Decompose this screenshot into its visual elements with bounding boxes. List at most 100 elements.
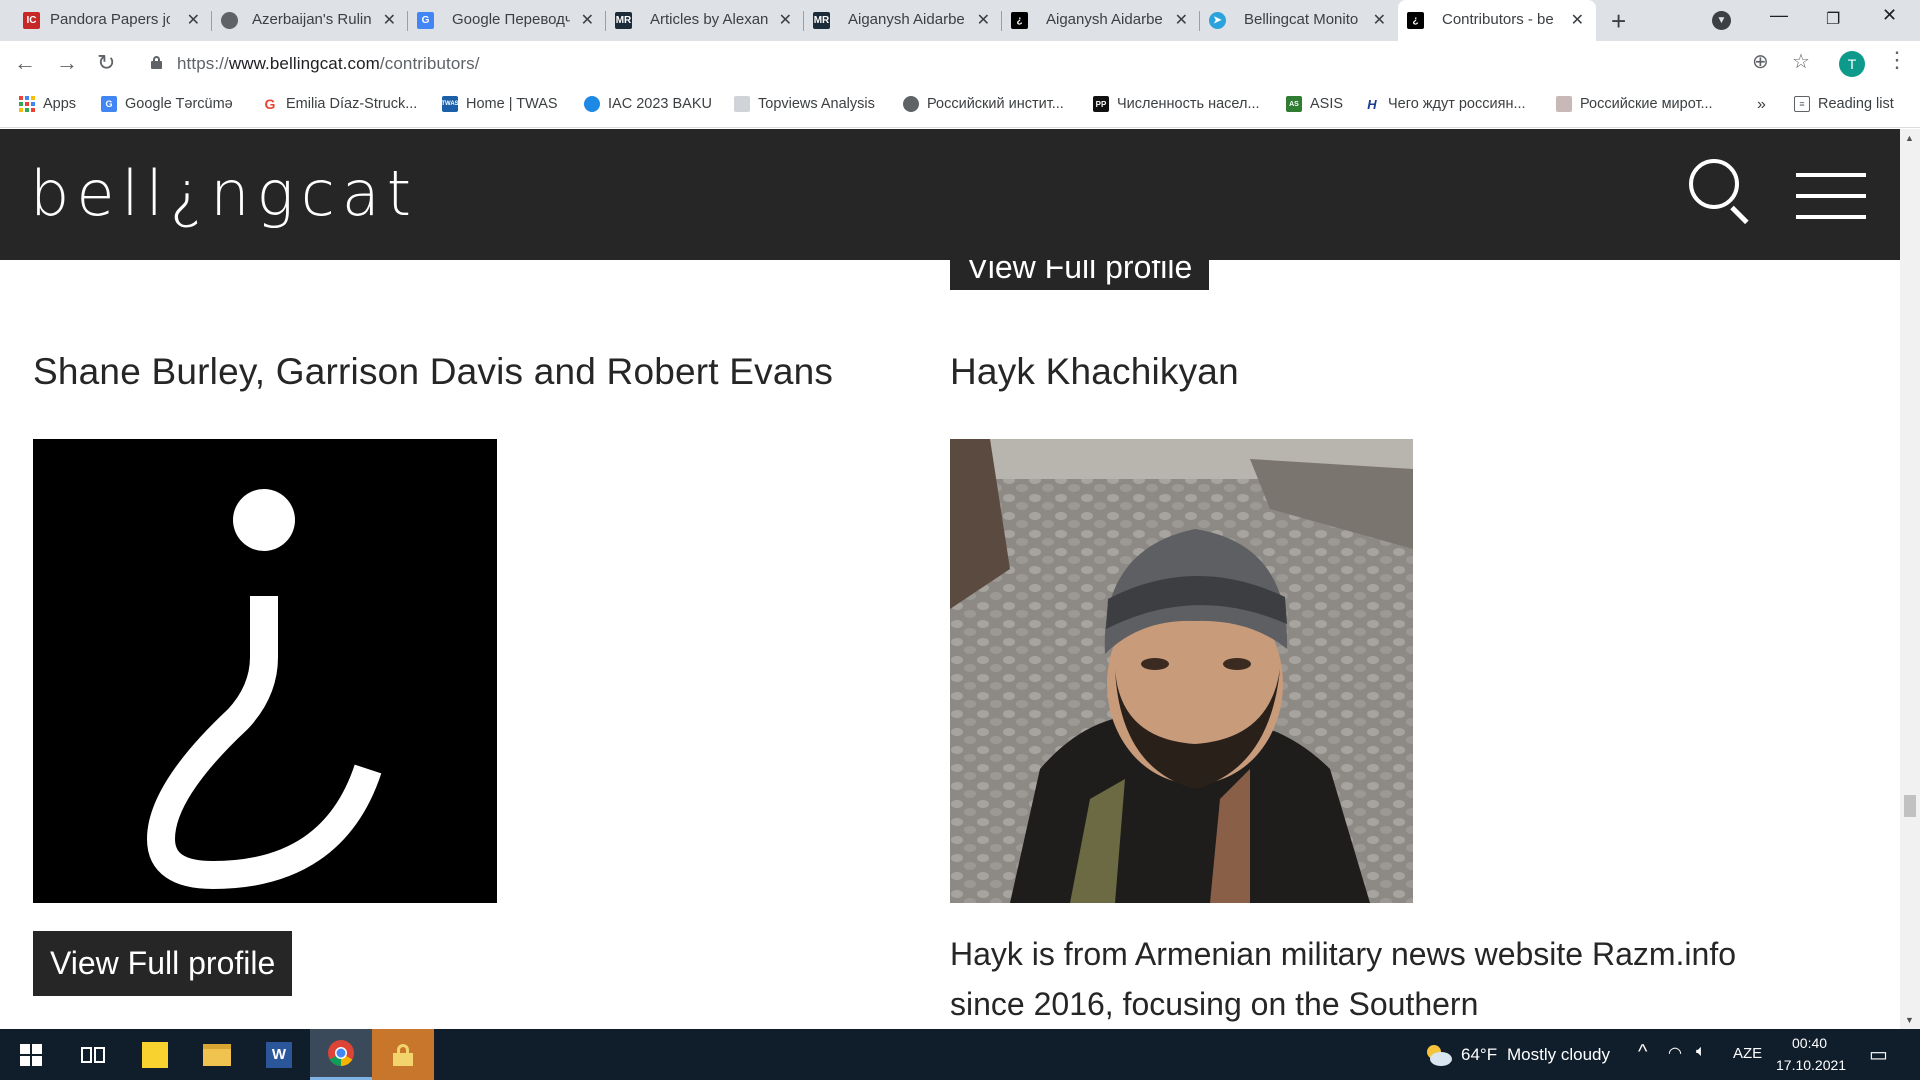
bookmark-russian-institute[interactable]: Российский инстит... <box>903 96 1064 112</box>
apps-icon <box>19 96 35 112</box>
weather-temperature[interactable]: 64°F <box>1461 1045 1497 1065</box>
minimize-icon[interactable]: — <box>1770 5 1788 26</box>
telegram-icon: ➤ <box>1209 12 1226 29</box>
back-icon[interactable]: ← <box>14 50 36 76</box>
google-icon: G <box>262 96 278 112</box>
network-icon[interactable]: ◠ <box>1668 1043 1682 1063</box>
bellingcat-question-mark-icon <box>146 489 382 890</box>
bookmark-label: Российские мирот... <box>1580 96 1713 112</box>
close-icon[interactable]: ✕ <box>1175 10 1188 30</box>
bookmark-topviews[interactable]: Topviews Analysis <box>734 96 875 112</box>
close-icon[interactable]: ✕ <box>1373 10 1386 30</box>
task-view-icon[interactable] <box>62 1029 124 1080</box>
twas-icon: TWAS <box>441 96 459 112</box>
url-host: www.bellingcat.com <box>228 54 380 73</box>
chrome-icon[interactable] <box>310 1029 372 1080</box>
more-menu-icon[interactable]: ⋮ <box>1886 47 1908 73</box>
clock-date[interactable]: 17.10.2021 <box>1776 1057 1846 1073</box>
tab-aiganysh-mr[interactable]: MR Aiganysh Aidarbe ✕ <box>804 0 1002 41</box>
bookmark-iac-2023[interactable]: IAC 2023 BAKU <box>584 96 712 112</box>
bookmark-population[interactable]: PP Численность насел... <box>1093 96 1260 112</box>
tab-aiganysh-bellingcat[interactable]: ¿ Aiganysh Aidarbe ✕ <box>1002 0 1200 41</box>
star-icon[interactable]: ☆ <box>1792 49 1810 74</box>
tab-pandora-papers[interactable]: IC Pandora Papers jo ✕ <box>14 0 212 41</box>
scroll-up-icon[interactable]: ▲ <box>1905 133 1914 143</box>
scroll-down-icon[interactable]: ▼ <box>1905 1015 1914 1025</box>
url-field[interactable]: https://www.bellingcat.com/contributors/ <box>177 54 480 74</box>
tab-azerbaijan-ruling[interactable]: Azerbaijan's Rulin ✕ <box>212 0 408 41</box>
close-icon[interactable]: ✕ <box>581 10 594 30</box>
new-tab-icon[interactable]: + <box>1611 6 1626 37</box>
page-content: View Full profile bell¿ngcat Shane Burle… <box>0 129 1900 1029</box>
close-icon[interactable]: ✕ <box>383 10 396 30</box>
mr-icon: MR <box>813 12 830 29</box>
globe-icon <box>903 96 919 112</box>
url-path: /contributors/ <box>379 54 480 73</box>
menu-icon[interactable] <box>1796 173 1866 219</box>
lock-icon[interactable] <box>151 56 162 69</box>
tab-search-icon[interactable]: ▼ <box>1712 11 1731 30</box>
scroll-thumb[interactable] <box>1904 795 1916 817</box>
show-hidden-icons-icon[interactable]: ^ <box>1638 1041 1647 1064</box>
bookmark-label: IAC 2023 BAKU <box>608 96 712 112</box>
tab-label: Azerbaijan's Rulin <box>252 11 372 28</box>
notifications-icon[interactable]: ▭ <box>1869 1042 1888 1067</box>
tab-label: Google Переводч <box>452 11 570 28</box>
mr-icon: MR <box>615 12 632 29</box>
icij-icon: IC <box>23 12 40 29</box>
bookmark-russian-world[interactable]: Российские мирот... <box>1556 96 1713 112</box>
asis-icon: AS <box>1286 96 1302 112</box>
tab-contributors-active[interactable]: ¿ Contributors - be ✕ <box>1398 0 1596 41</box>
reading-list-button[interactable]: ≡ Reading list <box>1794 96 1894 112</box>
weather-icon[interactable] <box>1420 1029 1456 1080</box>
tab-articles-by-alexan[interactable]: MR Articles by Alexan ✕ <box>606 0 804 41</box>
bookmark-russians-expect[interactable]: H Чего ждут россиян... <box>1364 96 1526 112</box>
bookmark-label: Российский инстит... <box>927 96 1064 112</box>
profile-photo <box>950 439 1413 903</box>
reload-icon[interactable]: ↻ <box>97 50 115 76</box>
view-full-profile-button[interactable]: View Full profile <box>33 931 293 996</box>
contributor-bio: Hayk is from Armenian military news webs… <box>950 936 1737 1022</box>
bookmarks-bar: Apps G Google Tərcümə G Emilia Díaz-Stru… <box>0 86 1920 128</box>
bellingcat-logo[interactable]: bell¿ngcat <box>30 157 418 230</box>
tab-label: Bellingcat Monito <box>1244 11 1359 28</box>
lock-app-icon[interactable] <box>372 1029 434 1080</box>
avatar[interactable]: T <box>1839 51 1865 77</box>
zoom-icon[interactable]: ⊕ <box>1752 49 1769 74</box>
page-scrollbar[interactable]: ▲ ▼ <box>1900 129 1920 1029</box>
bookmark-asis[interactable]: AS ASIS <box>1286 96 1343 112</box>
bookmark-label: Topviews Analysis <box>758 96 875 112</box>
bookmark-google-tercume[interactable]: G Google Tərcümə <box>101 96 233 112</box>
bookmark-label: Численность насел... <box>1117 96 1260 112</box>
word-icon[interactable]: W <box>248 1029 310 1080</box>
tab-strip: IC Pandora Papers jo ✕ Azerbaijan's Ruli… <box>0 0 1920 41</box>
tab-bellingcat-monitor[interactable]: ➤ Bellingcat Monito ✕ <box>1200 0 1398 41</box>
sticky-notes-icon[interactable] <box>124 1029 186 1080</box>
close-window-icon[interactable]: ✕ <box>1882 5 1897 26</box>
volume-icon[interactable]: 🔈︎ <box>1696 1043 1706 1061</box>
iac-icon <box>584 96 600 112</box>
bookmark-apps[interactable]: Apps <box>19 96 76 112</box>
weather-description[interactable]: Mostly cloudy <box>1507 1045 1610 1065</box>
image-icon <box>734 96 750 112</box>
clock-time[interactable]: 00:40 <box>1792 1035 1827 1051</box>
forward-icon[interactable]: → <box>56 50 78 76</box>
close-icon[interactable]: ✕ <box>1571 10 1584 30</box>
input-language[interactable]: AZE <box>1733 1045 1762 1062</box>
profile-placeholder-image <box>33 439 497 903</box>
close-icon[interactable]: ✕ <box>187 10 200 30</box>
search-icon[interactable] <box>1689 159 1751 225</box>
bookmark-label: Apps <box>43 96 77 112</box>
close-icon[interactable]: ✕ <box>779 10 792 30</box>
file-explorer-icon[interactable] <box>186 1029 248 1080</box>
bookmarks-overflow-button[interactable]: » <box>1757 96 1766 114</box>
close-icon[interactable]: ✕ <box>977 10 990 30</box>
windows-start-icon[interactable] <box>0 1029 62 1080</box>
bookmark-label: ASIS <box>1310 96 1344 112</box>
tab-google-translate[interactable]: G Google Переводч ✕ <box>408 0 606 41</box>
address-toolbar: ← → ↻ https://www.bellingcat.com/contrib… <box>0 41 1920 86</box>
bookmark-twas[interactable]: TWAS Home | TWAS <box>441 96 558 112</box>
restore-icon[interactable]: ❐ <box>1826 9 1840 29</box>
bookmark-emilia[interactable]: G Emilia Díaz-Struck... <box>262 96 417 112</box>
reading-list-icon: ≡ <box>1794 96 1810 112</box>
